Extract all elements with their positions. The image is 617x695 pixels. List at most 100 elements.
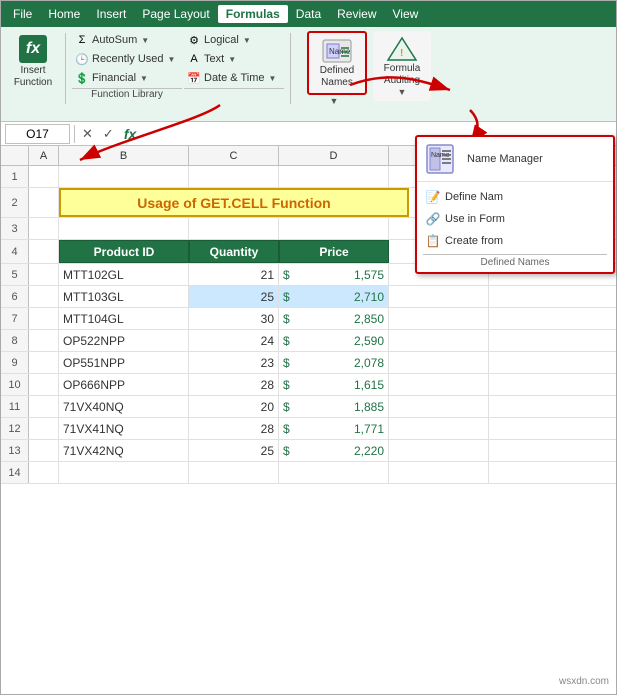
cell-a14[interactable] (29, 462, 59, 483)
cell-price-9[interactable]: $ 2,078 (279, 352, 389, 373)
cell-product-id-12[interactable]: 71VX41NQ (59, 418, 189, 439)
col-header-a[interactable]: A (29, 146, 59, 166)
cell-d3[interactable] (279, 218, 389, 239)
cell-d14[interactable] (279, 462, 389, 483)
row-num-12: 12 (1, 418, 29, 439)
define-name-label: Define Nam (445, 191, 503, 203)
menu-review[interactable]: Review (329, 5, 384, 23)
menu-formulas[interactable]: Formulas (218, 5, 288, 23)
cell-e6[interactable] (389, 286, 489, 307)
cell-b14[interactable] (59, 462, 189, 483)
menu-data[interactable]: Data (288, 5, 329, 23)
cell-e14[interactable] (389, 462, 489, 483)
cell-a7[interactable] (29, 308, 59, 329)
title-cell[interactable]: Usage of GET.CELL Function (59, 188, 409, 217)
header-quantity[interactable]: Quantity (189, 240, 279, 263)
cell-product-id-13[interactable]: 71VX42NQ (59, 440, 189, 461)
cell-qty-8[interactable]: 24 (189, 330, 279, 351)
cell-qty-11[interactable]: 20 (189, 396, 279, 417)
cell-product-id-7[interactable]: MTT104GL (59, 308, 189, 329)
cell-price-10[interactable]: $ 1,615 (279, 374, 389, 395)
cell-price-13[interactable]: $ 2,220 (279, 440, 389, 461)
cell-price-5[interactable]: $ 1,575 (279, 264, 389, 285)
cell-e12[interactable] (389, 418, 489, 439)
cell-c1[interactable] (189, 166, 279, 187)
recently-used-button[interactable]: 🕒 Recently Used ▼ (72, 50, 182, 68)
insert-function-fx-btn[interactable]: fx (121, 125, 139, 143)
cell-a2[interactable] (29, 188, 59, 217)
menu-home[interactable]: Home (40, 5, 88, 23)
cell-e9[interactable] (389, 352, 489, 373)
cell-product-id-9[interactable]: OP551NPP (59, 352, 189, 373)
cell-e8[interactable] (389, 330, 489, 351)
cell-product-id-5[interactable]: MTT102GL (59, 264, 189, 285)
header-price[interactable]: Price (279, 240, 389, 263)
menu-file[interactable]: File (5, 5, 40, 23)
define-name-btn[interactable]: 📝 Define Nam (423, 186, 607, 208)
watermark: wsxdn.com (559, 676, 609, 687)
insert-function-button[interactable]: fx InsertFunction (7, 31, 59, 93)
cell-price-7[interactable]: $ 2,850 (279, 308, 389, 329)
cell-a9[interactable] (29, 352, 59, 373)
col-header-b[interactable]: B (59, 146, 189, 166)
cell-d1[interactable] (279, 166, 389, 187)
cell-e13[interactable] (389, 440, 489, 461)
cell-a3[interactable] (29, 218, 59, 239)
autosum-label: AutoSum (92, 34, 137, 46)
text-button[interactable]: A Text ▼ (184, 50, 284, 68)
cell-b3[interactable] (59, 218, 189, 239)
defined-names-button[interactable]: Name Defined Names (307, 31, 367, 95)
use-in-formula-btn[interactable]: 🔗 Use in Form (423, 208, 607, 230)
date-time-button[interactable]: 📅 Date & Time ▼ (184, 69, 284, 87)
menu-page-layout[interactable]: Page Layout (134, 5, 217, 23)
cell-price-12[interactable]: $ 1,771 (279, 418, 389, 439)
autosum-button[interactable]: Σ AutoSum ▼ (72, 31, 182, 49)
cell-a11[interactable] (29, 396, 59, 417)
menu-insert[interactable]: Insert (88, 5, 134, 23)
table-row: 12 71VX41NQ 28 $ 1,771 (1, 418, 616, 440)
cell-c3[interactable] (189, 218, 279, 239)
cell-price-11[interactable]: $ 1,885 (279, 396, 389, 417)
cell-qty-6[interactable]: 25 (189, 286, 279, 307)
cell-qty-10[interactable]: 28 (189, 374, 279, 395)
cell-product-id-8[interactable]: OP522NPP (59, 330, 189, 351)
cell-c14[interactable] (189, 462, 279, 483)
create-from-btn[interactable]: 📋 Create from (423, 230, 607, 252)
cell-product-id-11[interactable]: 71VX40NQ (59, 396, 189, 417)
financial-button[interactable]: 💲 Financial ▼ (72, 69, 182, 87)
cell-price-8[interactable]: $ 2,590 (279, 330, 389, 351)
col-header-d[interactable]: D (279, 146, 389, 166)
formula-auditing-button[interactable]: ! Formula Auditing ▼ (373, 31, 431, 101)
cell-qty-5[interactable]: 21 (189, 264, 279, 285)
cancel-formula-btn[interactable]: ✕ (79, 125, 96, 143)
cell-a13[interactable] (29, 440, 59, 461)
cell-price-6[interactable]: $ 2,710 (279, 286, 389, 307)
cell-b1[interactable] (59, 166, 189, 187)
cell-e10[interactable] (389, 374, 489, 395)
cell-a1[interactable] (29, 166, 59, 187)
cell-a6[interactable] (29, 286, 59, 307)
cell-a10[interactable] (29, 374, 59, 395)
cell-qty-7[interactable]: 30 (189, 308, 279, 329)
date-time-dropdown: ▼ (269, 74, 277, 83)
header-product-id[interactable]: Product ID (59, 240, 189, 263)
cell-a12[interactable] (29, 418, 59, 439)
cell-a4[interactable] (29, 240, 59, 263)
col-header-c[interactable]: C (189, 146, 279, 166)
cell-qty-12[interactable]: 28 (189, 418, 279, 439)
menubar: File Home Insert Page Layout Formulas Da… (1, 1, 616, 27)
confirm-formula-btn[interactable]: ✓ (100, 125, 117, 143)
autosum-dropdown: ▼ (141, 36, 149, 45)
cell-product-id-10[interactable]: OP666NPP (59, 374, 189, 395)
cell-a8[interactable] (29, 330, 59, 351)
cell-product-id-6[interactable]: MTT103GL (59, 286, 189, 307)
cell-qty-9[interactable]: 23 (189, 352, 279, 373)
cell-reference-box[interactable]: O17 (5, 124, 70, 144)
cell-e7[interactable] (389, 308, 489, 329)
logical-button[interactable]: ⚙ Logical ▼ (184, 31, 284, 49)
menu-view[interactable]: View (385, 5, 427, 23)
cell-a5[interactable] (29, 264, 59, 285)
name-manager-button[interactable]: Name Name Manager (417, 137, 613, 182)
cell-e11[interactable] (389, 396, 489, 417)
cell-qty-13[interactable]: 25 (189, 440, 279, 461)
